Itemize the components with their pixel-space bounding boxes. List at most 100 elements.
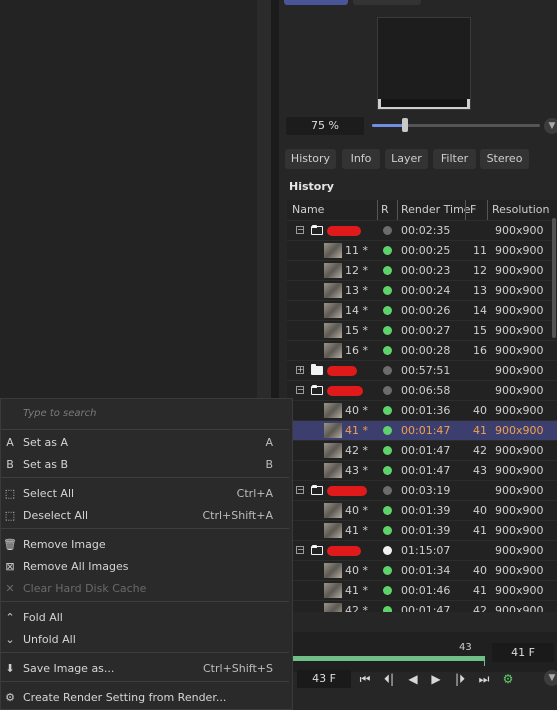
- history-image-row[interactable]: 40 * 00:01:39 40 900x900: [287, 500, 557, 520]
- timeline-cursor[interactable]: [484, 656, 485, 666]
- history-scrollbar[interactable]: [552, 218, 556, 338]
- collapse-toggle-icon[interactable]: −: [296, 226, 304, 234]
- menu-item-save-image[interactable]: ⬇ Save Image as... Ctrl+Shift+S: [1, 659, 291, 679]
- top-tab-active[interactable]: [284, 0, 348, 5]
- tab-stereo[interactable]: Stereo: [480, 149, 529, 169]
- history-folder-row[interactable]: +00:57:51 900x900: [287, 360, 557, 380]
- render-thumbnail: [324, 503, 342, 518]
- top-tab[interactable]: [353, 0, 421, 5]
- expand-toggle-icon[interactable]: +: [296, 366, 304, 374]
- history-image-row[interactable]: 15 * 00:00:27 15 900x900: [287, 320, 557, 340]
- collapse-toggle-icon[interactable]: −: [296, 486, 304, 494]
- menu-item-create-render-setting[interactable]: ⚙ Create Render Setting from Render...: [1, 688, 291, 708]
- history-folder-row[interactable]: − 01:15:07 900x900: [287, 540, 557, 560]
- zoom-slider-handle[interactable]: [402, 118, 408, 132]
- redacted-name: [327, 386, 363, 396]
- tab-info[interactable]: Info: [342, 149, 380, 169]
- end-frame-field[interactable]: 41 F: [492, 643, 554, 662]
- chevron-down-icon[interactable]: ▼: [544, 670, 557, 686]
- render-thumbnail: [324, 583, 342, 598]
- history-folder-row[interactable]: − 00:06:58 900x900: [287, 380, 557, 400]
- gear-icon[interactable]: ⚙: [500, 670, 516, 688]
- menu-item-label: Unfold All: [23, 633, 76, 646]
- redacted-name: [327, 546, 361, 556]
- history-image-row[interactable]: 11 * 00:00:25 11 900x900: [287, 240, 557, 260]
- render-thumbnail: [324, 463, 342, 478]
- menu-item-remove-all-images[interactable]: ⊠ Remove All Images: [1, 557, 291, 577]
- render-thumbnail: [324, 443, 342, 458]
- history-image-row[interactable]: 14 * 00:00:26 14 900x900: [287, 300, 557, 320]
- render-status-icon: [383, 586, 392, 595]
- column-header-resolution[interactable]: Resolution: [492, 200, 549, 220]
- close-icon: ✕: [5, 582, 15, 595]
- timeline-range[interactable]: [292, 656, 484, 661]
- zoom-field[interactable]: 75 %: [286, 117, 364, 135]
- tab-filter[interactable]: Filter: [433, 149, 476, 169]
- resolution: 900x900: [495, 524, 544, 537]
- render-status-icon: [383, 606, 392, 612]
- render-status-icon: [383, 286, 392, 295]
- render-time: 00:57:51: [401, 364, 451, 377]
- collapse-toggle-icon[interactable]: −: [296, 546, 304, 554]
- tab-history[interactable]: History: [285, 149, 336, 169]
- previous-key-icon[interactable]: ⏴|: [381, 670, 397, 688]
- column-header-name[interactable]: Name: [292, 200, 324, 220]
- history-image-row[interactable]: 40 * 00:01:36 40 900x900: [287, 400, 557, 420]
- timeline-marker-label: 43: [459, 642, 472, 653]
- menu-search-input[interactable]: Type to search: [23, 408, 97, 419]
- menu-separator: [1, 429, 289, 430]
- history-table: Name R Render Time F Resolution − 00:02:3…: [287, 200, 557, 612]
- menu-item-label: Remove Image: [23, 538, 106, 551]
- menu-item-set-as-a[interactable]: A Set as A A: [1, 433, 291, 453]
- history-image-row[interactable]: 40 * 00:01:34 40 900x900: [287, 560, 557, 580]
- column-header-r[interactable]: R: [381, 200, 389, 220]
- menu-item-label: Save Image as...: [23, 662, 115, 675]
- history-image-row[interactable]: 42 * 00:01:47 42 900x900: [287, 600, 557, 612]
- menu-item-set-as-b[interactable]: B Set as B B: [1, 455, 291, 475]
- resolution: 900x900: [495, 264, 544, 277]
- history-image-row[interactable]: 41 * 00:01:46 41 900x900: [287, 580, 557, 600]
- next-key-icon[interactable]: |⏵: [452, 670, 468, 688]
- column-divider: [377, 200, 378, 220]
- history-image-row[interactable]: 42 * 00:01:47 42 900x900: [287, 440, 557, 460]
- resolution: 900x900: [495, 424, 544, 437]
- history-image-row[interactable]: 41 * 00:01:47 41 900x900: [287, 420, 557, 440]
- menu-item-unfold-all[interactable]: ⌄ Unfold All: [1, 630, 291, 650]
- resolution: 900x900: [495, 224, 544, 237]
- column-divider: [487, 200, 488, 220]
- resolution: 900x900: [495, 464, 544, 477]
- frame-number: 40: [473, 504, 487, 517]
- menu-item-fold-all[interactable]: ⌃ Fold All: [1, 608, 291, 628]
- remove-all-icon: ⊠: [5, 560, 15, 573]
- history-image-row[interactable]: 13 * 00:00:24 13 900x900: [287, 280, 557, 300]
- render-status-icon: [383, 346, 392, 355]
- resolution: 900x900: [495, 564, 544, 577]
- menu-item-remove-image[interactable]: 🗑 Remove Image: [1, 535, 291, 555]
- render-status-icon: [383, 326, 392, 335]
- current-frame-field[interactable]: 43 F: [297, 670, 351, 688]
- go-to-end-icon[interactable]: ⏭: [476, 670, 492, 688]
- menu-item-select-all[interactable]: ⬚ Select All Ctrl+A: [1, 484, 291, 504]
- context-menu: Type to search A Set as A A B Set as B B ⬚ Sele…: [0, 398, 293, 710]
- history-image-row[interactable]: 43 * 00:01:47 43 900x900: [287, 460, 557, 480]
- column-header-f[interactable]: F: [470, 200, 476, 220]
- navigator-preview[interactable]: [377, 17, 471, 110]
- play-icon[interactable]: ▶: [428, 670, 444, 688]
- column-divider: [397, 200, 398, 220]
- image-name: 40 *: [345, 504, 368, 517]
- trash-icon: 🗑: [3, 538, 17, 551]
- history-image-row[interactable]: 12 * 00:00:23 12 900x900: [287, 260, 557, 280]
- tab-layer[interactable]: Layer: [385, 149, 428, 169]
- history-folder-row[interactable]: − 00:02:35 900x900: [287, 220, 557, 240]
- go-to-start-icon[interactable]: ⏮: [357, 670, 373, 688]
- frame-number: 40: [473, 564, 487, 577]
- column-header-render-time[interactable]: Render Time: [401, 200, 471, 220]
- play-backward-icon[interactable]: ◀: [405, 670, 421, 688]
- history-image-row[interactable]: 16 * 00:00:28 16 900x900: [287, 340, 557, 360]
- menu-item-deselect-all[interactable]: ⬚ Deselect All Ctrl+Shift+A: [1, 506, 291, 526]
- resolution: 900x900: [495, 504, 544, 517]
- chevron-down-icon[interactable]: ▼: [544, 118, 557, 134]
- collapse-toggle-icon[interactable]: −: [296, 386, 304, 394]
- history-image-row[interactable]: 41 * 00:01:39 41 900x900: [287, 520, 557, 540]
- history-folder-row[interactable]: − 00:03:19 900x900: [287, 480, 557, 500]
